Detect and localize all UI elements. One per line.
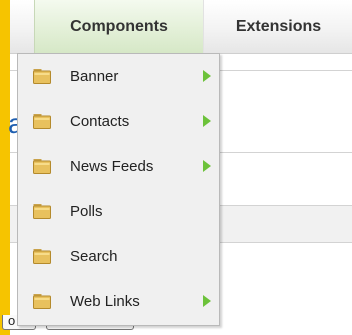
- menu-item-label: Search: [70, 248, 118, 265]
- menu-item-web-links[interactable]: Web Links: [18, 279, 219, 324]
- submenu-arrow-icon: [203, 115, 211, 127]
- components-dropdown: Banner Contacts News Feeds Polls Search …: [17, 53, 220, 326]
- folder-icon: [33, 294, 51, 309]
- folder-icon: [33, 159, 51, 174]
- submenu-arrow-icon: [203, 295, 211, 307]
- menu-item-polls[interactable]: Polls: [18, 189, 219, 234]
- menu-item-label: Banner: [70, 68, 119, 85]
- folder-icon: [33, 204, 51, 219]
- menu-extensions[interactable]: Extensions: [203, 0, 352, 53]
- menu-item-label: News Feeds: [70, 158, 154, 175]
- folder-icon: [33, 114, 51, 129]
- folder-icon: [33, 69, 51, 84]
- menu-item-label: Contacts: [70, 113, 130, 130]
- partial-button-text: o: [8, 313, 16, 328]
- menu-item-label: Polls: [70, 203, 103, 220]
- menu-item-label: Web Links: [70, 293, 140, 310]
- menu-bar: Components Extensions: [10, 0, 352, 54]
- menu-item-news-feeds[interactable]: News Feeds: [18, 144, 219, 189]
- folder-icon: [33, 249, 51, 264]
- menu-item-search[interactable]: Search: [18, 234, 219, 279]
- submenu-arrow-icon: [203, 160, 211, 172]
- menu-item-contacts[interactable]: Contacts: [18, 99, 219, 144]
- menu-components[interactable]: Components: [34, 0, 204, 53]
- menu-item-banner[interactable]: Banner: [18, 54, 219, 99]
- submenu-arrow-icon: [203, 70, 211, 82]
